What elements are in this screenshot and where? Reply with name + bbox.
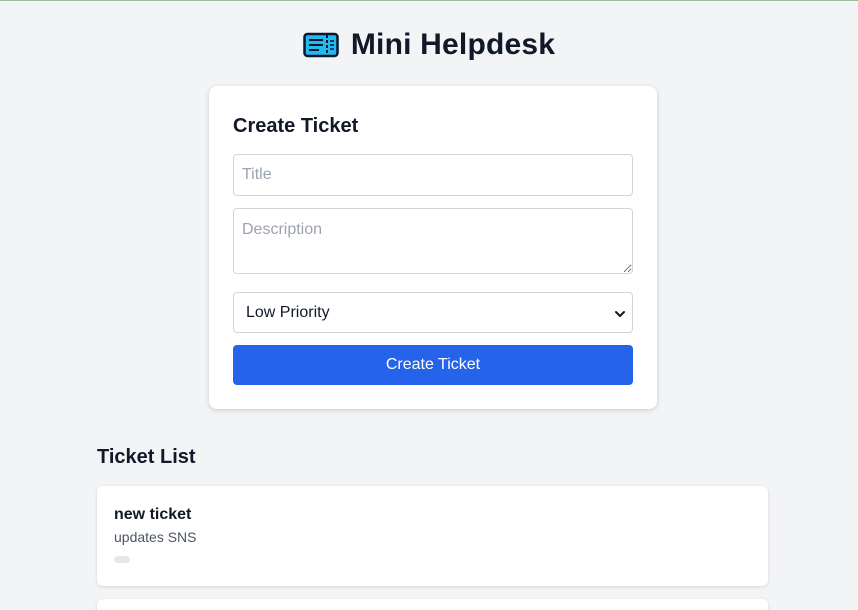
- create-ticket-button[interactable]: Create Ticket: [233, 345, 633, 385]
- ticket-list-item[interactable]: new ticket updates SNS: [97, 486, 768, 586]
- app-title: Mini Helpdesk: [350, 28, 556, 61]
- page: Mini Helpdesk Create Ticket Low Priority…: [0, 0, 858, 610]
- window-top-border: [0, 0, 858, 1]
- ticket-list-heading: Ticket List: [97, 446, 196, 468]
- ticket-title: new ticket: [114, 506, 192, 523]
- priority-selected-value: Low Priority: [246, 304, 330, 321]
- priority-badge: [114, 556, 130, 563]
- title-input[interactable]: [233, 154, 633, 196]
- create-ticket-card: Create Ticket Low Priority Create Ticket: [209, 86, 657, 409]
- priority-select[interactable]: Low Priority: [233, 292, 633, 333]
- ticket-list-item-partial[interactable]: [97, 599, 768, 610]
- ticket-description: updates SNS: [114, 529, 197, 545]
- chevron-down-icon: [614, 307, 626, 319]
- create-ticket-heading: Create Ticket: [233, 115, 359, 137]
- ticket-icon: [303, 32, 339, 58]
- app-header: Mini Helpdesk: [0, 26, 858, 64]
- description-textarea[interactable]: [233, 208, 633, 274]
